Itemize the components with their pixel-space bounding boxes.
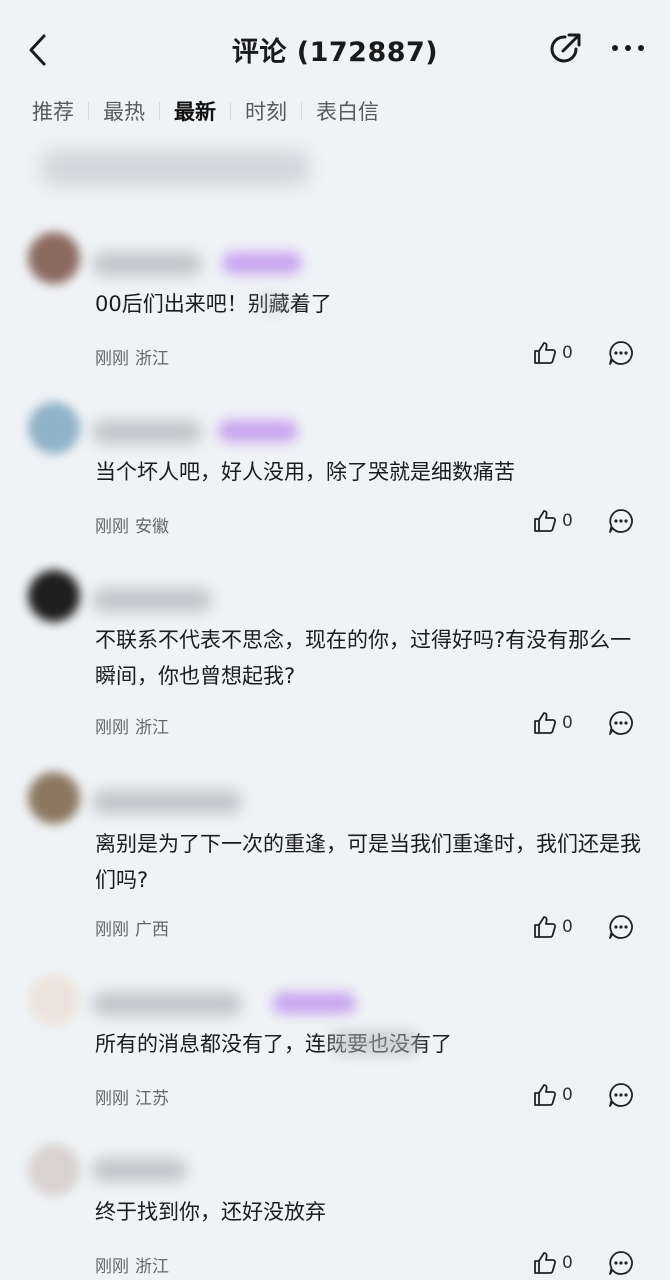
- tab-recommend[interactable]: 推荐: [32, 96, 74, 126]
- comment-location: 浙江: [135, 718, 169, 738]
- comment-meta: 刚刚 浙江: [95, 713, 169, 738]
- comment-sort-tabs: 推荐 最热 最新 时刻 表白信: [32, 96, 379, 126]
- thumb-up-icon: [534, 712, 557, 734]
- comment-time: 刚刚: [95, 1089, 129, 1109]
- reply-bubble-icon[interactable]: [608, 508, 634, 534]
- user-badge-blurred: [222, 252, 302, 274]
- username-blurred[interactable]: [92, 420, 202, 444]
- avatar[interactable]: [28, 232, 80, 284]
- more-dots-icon[interactable]: [610, 40, 646, 56]
- like-count: 0: [562, 1253, 573, 1273]
- blurred-notice: [40, 150, 310, 186]
- like-button[interactable]: 0: [532, 508, 573, 534]
- avatar[interactable]: [28, 570, 80, 622]
- like-button[interactable]: 0: [532, 914, 573, 940]
- nav-bar: 评论 (172887): [0, 0, 670, 96]
- like-button[interactable]: 0: [532, 1082, 573, 1108]
- username-blurred[interactable]: [92, 588, 212, 612]
- comment-location: 浙江: [135, 1257, 169, 1277]
- reply-bubble-icon[interactable]: [608, 340, 634, 366]
- share-icon[interactable]: [546, 30, 584, 68]
- tab-divider: [159, 102, 160, 120]
- tab-love-letter[interactable]: 表白信: [316, 96, 379, 126]
- like-count: 0: [562, 511, 573, 531]
- comment-text: 当个坏人吧，好人没用，除了哭就是细数痛苦: [95, 460, 515, 484]
- comment-text: 不联系不代表不思念，现在的你，过得好吗?有没有那么一瞬间，你也曾想起我?: [95, 628, 632, 688]
- comment-meta: 刚刚 广西: [95, 915, 169, 940]
- user-badge-blurred: [272, 992, 356, 1014]
- username-blurred[interactable]: [92, 1158, 187, 1182]
- comment-text: 00后们出来吧！别藏着了: [95, 292, 332, 316]
- reply-bubble-icon[interactable]: [608, 914, 634, 940]
- reply-bubble-icon[interactable]: [608, 1082, 634, 1108]
- thumb-up-icon: [534, 510, 557, 532]
- comment-location: 浙江: [135, 349, 169, 369]
- comment-meta: 刚刚 浙江: [95, 344, 169, 369]
- comment-location: 江苏: [135, 1089, 169, 1109]
- like-count: 0: [562, 1085, 573, 1105]
- avatar[interactable]: [28, 974, 80, 1026]
- avatar[interactable]: [28, 1144, 80, 1196]
- like-button[interactable]: 0: [532, 710, 573, 736]
- thumb-up-icon: [534, 916, 557, 938]
- tab-divider: [88, 102, 89, 120]
- tab-hottest[interactable]: 最热: [103, 96, 145, 126]
- thumb-up-icon: [534, 1084, 557, 1106]
- like-count: 0: [562, 917, 573, 937]
- comment-time: 刚刚: [95, 349, 129, 369]
- comment-time: 刚刚: [95, 1257, 129, 1277]
- comment-meta: 刚刚 安徽: [95, 512, 169, 537]
- thumb-up-icon: [534, 1252, 557, 1274]
- comment-time: 刚刚: [95, 920, 129, 940]
- like-button[interactable]: 0: [532, 1250, 573, 1276]
- user-badge-blurred: [218, 420, 298, 442]
- comment-meta: 刚刚 浙江: [95, 1252, 169, 1277]
- comment-text: 终于找到你，还好没放弃: [95, 1200, 326, 1224]
- text-mask: [330, 1030, 420, 1056]
- tab-latest[interactable]: 最新: [174, 96, 216, 126]
- comment-meta: 刚刚 江苏: [95, 1084, 169, 1109]
- thumb-up-icon: [534, 342, 557, 364]
- tab-divider: [301, 102, 302, 120]
- tab-divider: [230, 102, 231, 120]
- comment-location: 广西: [135, 920, 169, 940]
- reply-bubble-icon[interactable]: [608, 710, 634, 736]
- like-count: 0: [562, 713, 573, 733]
- like-button[interactable]: 0: [532, 340, 573, 366]
- comment-location: 安徽: [135, 517, 169, 537]
- comment-time: 刚刚: [95, 517, 129, 537]
- username-blurred[interactable]: [92, 992, 242, 1016]
- comment-time: 刚刚: [95, 718, 129, 738]
- avatar[interactable]: [28, 402, 80, 454]
- avatar[interactable]: [28, 772, 80, 824]
- tab-moments[interactable]: 时刻: [245, 96, 287, 126]
- text-mask: [258, 292, 288, 314]
- like-count: 0: [562, 343, 573, 363]
- username-blurred[interactable]: [92, 252, 202, 276]
- reply-bubble-icon[interactable]: [608, 1250, 634, 1276]
- username-blurred[interactable]: [92, 790, 242, 814]
- comment-text: 离别是为了下一次的重逢，可是当我们重逢时，我们还是我们吗?: [95, 832, 641, 892]
